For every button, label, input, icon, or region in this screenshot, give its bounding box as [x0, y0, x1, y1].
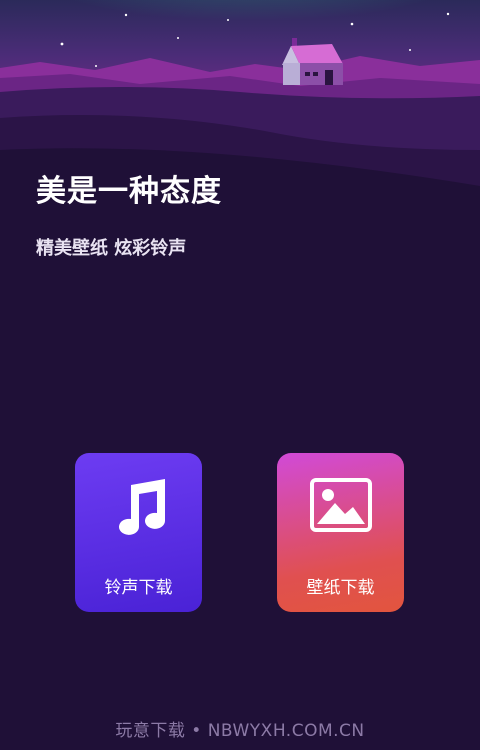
wallpaper-download-button[interactable]: 壁纸下载	[277, 453, 404, 612]
page-subtitle: 精美壁纸 炫彩铃声	[36, 238, 187, 259]
watermark: 玩意下载 • NBWYXH.COM.CN	[115, 721, 365, 741]
ringtone-download-label: 铃声下载	[104, 578, 173, 598]
page-title: 美是一种态度	[36, 174, 222, 209]
app-screen: 美是一种态度 精美壁纸 炫彩铃声 铃声下载 壁纸下载 玩意下载 • NBWYXH…	[0, 0, 480, 750]
music-note-icon	[75, 477, 202, 541]
wallpaper-download-label: 壁纸下载	[306, 578, 375, 598]
image-icon	[277, 477, 404, 541]
ringtone-download-button[interactable]: 铃声下载	[75, 453, 202, 612]
